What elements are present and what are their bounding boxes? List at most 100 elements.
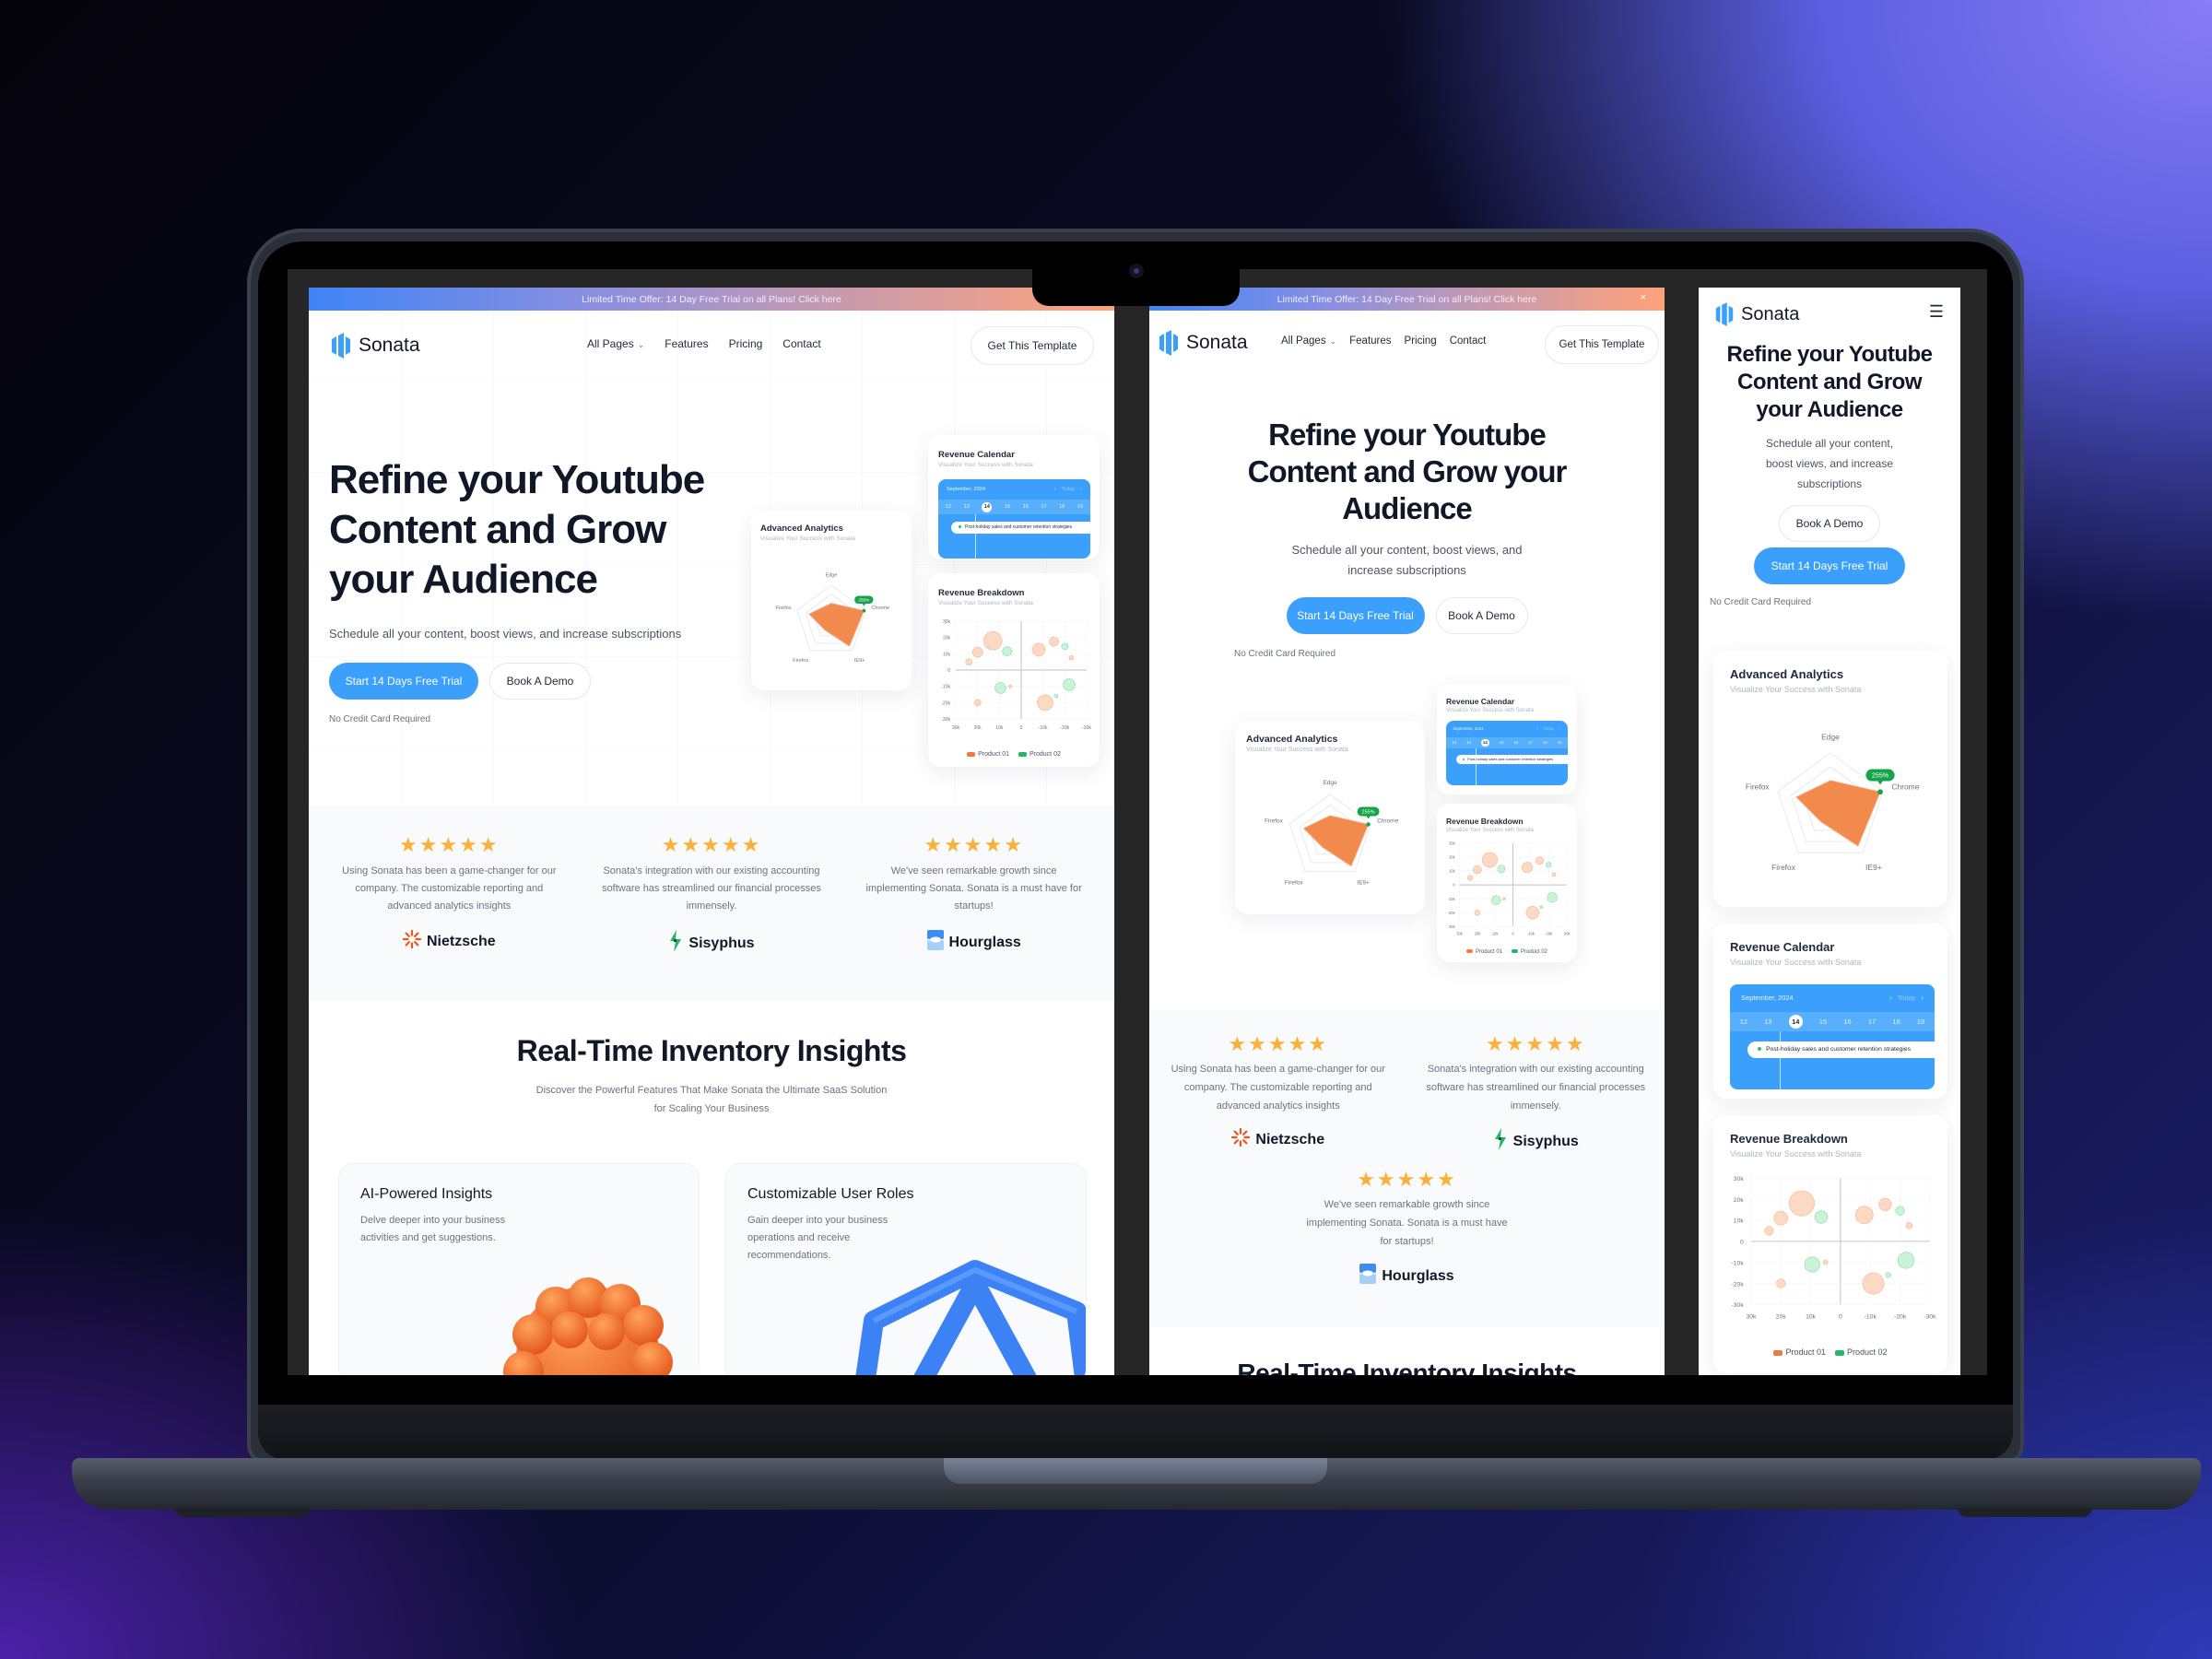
no-credit-card-note: No Credit Card Required (1710, 597, 1812, 607)
calendar-day[interactable]: 15 (1819, 1018, 1827, 1026)
bubble-product-01 (982, 630, 1003, 651)
calendar-event[interactable]: Post-holiday sales and customer retentio… (951, 522, 1090, 534)
y-tick-label: -20k (1448, 911, 1456, 915)
bubble-product-01 (1474, 909, 1481, 916)
testimonial-quote: We've seen remarkable growth since imple… (865, 865, 1082, 912)
calendar-day[interactable]: 13 (964, 504, 970, 510)
book-demo-button[interactable]: Book A Demo (1435, 597, 1528, 634)
today-button[interactable]: Today (1061, 487, 1075, 492)
chevron-left-icon[interactable]: ‹ (1536, 726, 1537, 731)
testimonial-quote: Using Sonata has been a game-changer for… (342, 865, 557, 912)
calendar-day[interactable]: 17 (1041, 504, 1046, 510)
bubble-product-02 (1895, 1206, 1905, 1216)
legend-label: Product 01 (978, 751, 1009, 758)
legend-swatch (1018, 751, 1027, 757)
today-button[interactable]: Today (1544, 726, 1555, 731)
bubble-product-01 (965, 658, 973, 666)
calendar-day[interactable]: 16 (1023, 504, 1029, 510)
hamburger-menu-icon[interactable]: ☰ (1929, 302, 1944, 322)
analytics-card: Advanced Analytics Visualize Your Succes… (1235, 721, 1425, 914)
hero-title: Refine your Youtube Content and Grow you… (329, 457, 705, 602)
calendar-day[interactable]: 12 (1452, 740, 1456, 745)
today-button[interactable]: Today (1898, 994, 1916, 1002)
nav-item-all-pages[interactable]: All Pages ⌄ (1281, 335, 1336, 347)
bubble-product-01 (1521, 862, 1534, 874)
calendar-day[interactable]: 18 (1892, 1018, 1900, 1026)
chevron-left-icon[interactable]: ‹ (1889, 994, 1891, 1002)
features-subtitle: Discover the Powerful Features That Make… (535, 1085, 888, 1114)
breakdown-card: Revenue Breakdown Visualize Your Success… (928, 573, 1100, 767)
start-trial-button[interactable]: Start 14 Days Free Trial (329, 663, 478, 700)
calendar-day[interactable]: 15 (1500, 740, 1504, 745)
nav-item-pricing[interactable]: Pricing (1405, 335, 1437, 347)
calendar-header: September, 2024 ‹ Today › (1446, 721, 1568, 737)
calendar-day[interactable]: 19 (1558, 740, 1562, 745)
chevron-right-icon[interactable]: › (1559, 726, 1560, 731)
nav-item-all-pages[interactable]: All Pages ⌄ (587, 337, 644, 350)
bubble-product-01 (1862, 1272, 1885, 1295)
x-tick-label: 10k (995, 725, 1004, 731)
book-demo-button[interactable]: Book A Demo (489, 663, 591, 700)
logo[interactable]: Sonata (1157, 329, 1248, 357)
calendar-day[interactable]: 15 (1005, 504, 1010, 510)
calendar-day[interactable]: 12 (946, 504, 951, 510)
calendar-day[interactable]: 14 (1788, 1015, 1803, 1029)
calendar-day[interactable]: 17 (1868, 1018, 1876, 1026)
close-icon[interactable]: × (1641, 292, 1646, 303)
bubble-product-02 (1885, 1272, 1891, 1278)
logo[interactable]: Sonata (329, 332, 420, 359)
calendar-day[interactable]: 17 (1528, 740, 1533, 745)
bubble-product-01 (1776, 1278, 1786, 1288)
calendar-day[interactable]: 13 (1466, 740, 1471, 745)
bubble-product-01 (1037, 694, 1053, 712)
bubble-product-01 (1773, 1210, 1789, 1226)
calendar-day[interactable]: 13 (1764, 1018, 1771, 1026)
chart-legend: Product 01 Product 02 (928, 751, 1100, 758)
calendar-event[interactable]: Post-holiday sales and customer retentio… (1456, 754, 1568, 765)
hero-subtitle: Schedule all your content, boost views, … (329, 627, 682, 641)
nav-item-contact[interactable]: Contact (1450, 335, 1487, 347)
calendar-day[interactable]: 18 (1543, 740, 1547, 745)
calendar-day[interactable]: 16 (1513, 740, 1518, 745)
chevron-left-icon[interactable]: ‹ (1054, 487, 1056, 492)
y-tick-label: 20k (1449, 855, 1456, 860)
breakdown-card-title: Revenue Breakdown (1730, 1132, 1848, 1146)
nav-item-pricing[interactable]: Pricing (729, 337, 763, 350)
analytics-card-title: Advanced Analytics (1730, 667, 1844, 681)
nav-item-contact[interactable]: Contact (782, 337, 820, 350)
get-template-button[interactable]: Get This Template (971, 326, 1094, 365)
calendar-event[interactable]: Post-holiday sales and customer retentio… (1747, 1041, 1935, 1058)
radar-axis-label: Edge (826, 573, 838, 579)
event-dot-icon (959, 525, 961, 529)
start-trial-button[interactable]: Start 14 Days Free Trial (1286, 597, 1425, 634)
x-tick-label: 0 (1512, 931, 1514, 935)
calendar-day[interactable]: 12 (1740, 1018, 1747, 1026)
get-template-button[interactable]: Get This Template (1545, 325, 1659, 364)
x-tick-label: -20k (1545, 931, 1553, 935)
testimonial-card: ★★★★★ Sonata's integration with our exis… (1420, 1032, 1651, 1155)
radar-axis-label: IE9+ (1357, 880, 1370, 887)
radar-highlight-point (1366, 822, 1371, 827)
nav-item-features[interactable]: Features (1349, 335, 1391, 347)
calendar-day[interactable]: 19 (1917, 1018, 1924, 1026)
calendar-day[interactable]: 18 (1059, 504, 1065, 510)
logo[interactable]: Sonata (1713, 301, 1799, 327)
calendar-day[interactable]: 19 (1077, 504, 1083, 510)
calendar-day[interactable]: 16 (1843, 1018, 1851, 1026)
logo-text: Sonata (359, 335, 420, 356)
hero-actions: Start 14 Days Free Trial Book A Demo (329, 663, 735, 700)
calendar-day[interactable]: 14 (1480, 738, 1489, 747)
chart-legend: Product 01 Product 02 (1713, 1347, 1947, 1357)
promo-banner[interactable]: Limited Time Offer: 14 Day Free Trial on… (309, 288, 1114, 311)
desktop-preview: Limited Time Offer: 14 Day Free Trial on… (309, 288, 1114, 1375)
chevron-right-icon[interactable]: › (1080, 487, 1082, 492)
x-tick-label: 0 (1020, 725, 1023, 731)
chevron-right-icon[interactable]: › (1921, 994, 1923, 1002)
y-tick-label: -20k (941, 700, 950, 706)
book-demo-button[interactable]: Book A Demo (1779, 505, 1880, 542)
star-rating: ★★★★★ (399, 833, 500, 856)
feature-card-title: Customizable User Roles (747, 1186, 914, 1202)
calendar-day[interactable]: 14 (982, 501, 993, 512)
nav-item-features[interactable]: Features (665, 337, 708, 350)
start-trial-button[interactable]: Start 14 Days Free Trial (1754, 547, 1905, 584)
